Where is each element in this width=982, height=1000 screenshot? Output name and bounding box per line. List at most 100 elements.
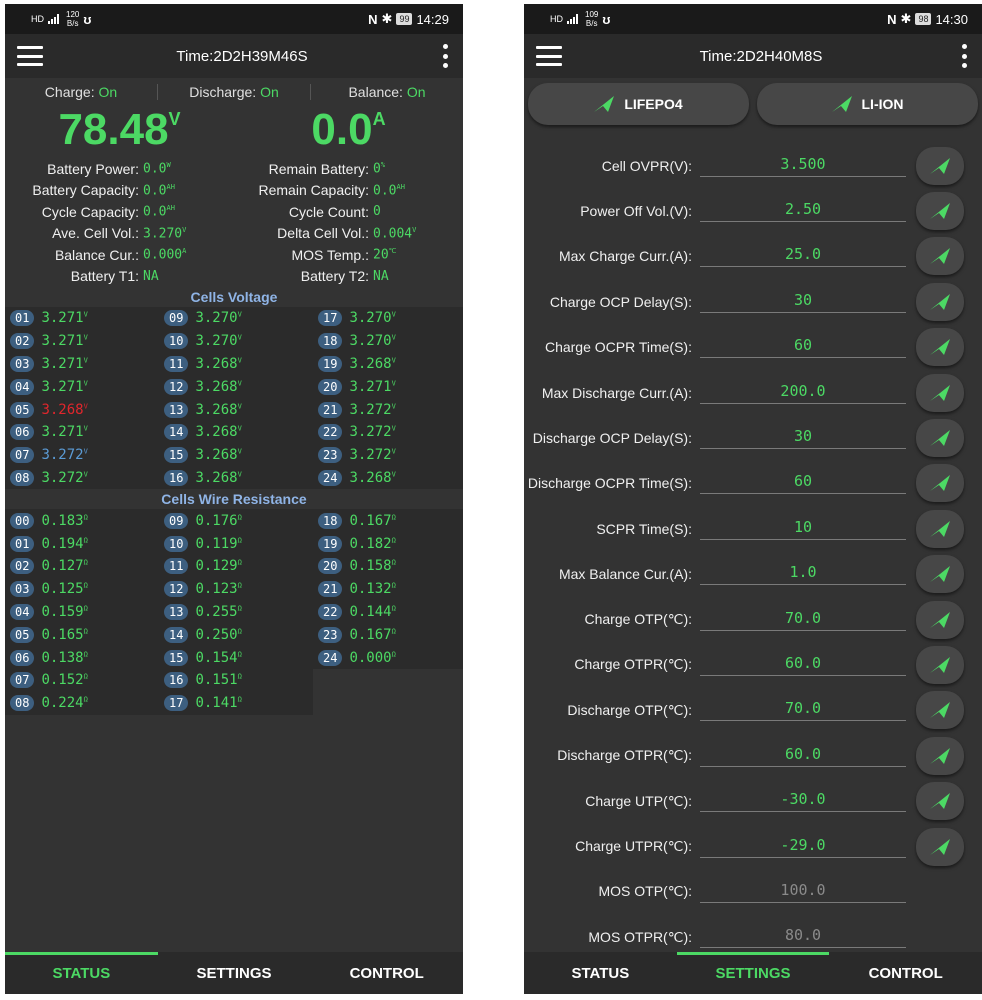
cell-resistance-item: 22 0.144Ω <box>313 601 463 624</box>
phone-settings-screen: HD 109 B/s ʊ N ✱ 98 14:30 Time:2D2H40M8S … <box>524 4 982 994</box>
setting-value-field[interactable]: -30.0 <box>700 790 906 813</box>
cell-value-number: 3.268 <box>195 378 238 395</box>
setting-value-field[interactable]: 100.0 <box>700 881 906 903</box>
send-setting-button[interactable] <box>916 782 964 821</box>
send-setting-button[interactable] <box>916 645 964 684</box>
setting-value-field[interactable]: 70.0 <box>700 609 906 631</box>
cell-value: 0.129Ω <box>195 558 241 574</box>
info-label: Ave. Cell Vol.: <box>52 225 139 242</box>
cell-resistance-item: 03 0.125Ω <box>5 578 159 601</box>
cell-value-number: 0.183 <box>41 512 84 529</box>
cell-voltage-item: 06 3.271V <box>5 421 159 444</box>
setting-value-field[interactable]: 1.0 <box>700 563 906 586</box>
send-setting-button[interactable] <box>916 237 964 276</box>
info-label: Battery Power: <box>47 160 139 177</box>
cell-number-badge: 15 <box>164 649 189 666</box>
tab-control[interactable]: CONTROL <box>829 952 982 994</box>
setting-value-field[interactable]: 10 <box>700 518 906 540</box>
cell-value-number: 0.119 <box>195 535 238 552</box>
send-setting-button[interactable] <box>916 509 964 548</box>
tab-settings[interactable]: SETTINGS <box>676 952 830 994</box>
setting-value-field[interactable]: 3.500 <box>700 155 906 177</box>
send-setting-button[interactable] <box>916 827 964 866</box>
tab-settings[interactable]: SETTINGS <box>158 952 311 994</box>
cell-value-number: 3.271 <box>349 378 392 395</box>
setting-row-max-balance-cur-a: Max Balance Cur.(A): 1.0 <box>524 552 982 597</box>
tab-status[interactable]: STATUS <box>5 952 158 994</box>
cell-voltage-item: 23 3.272V <box>313 444 463 467</box>
send-setting-button[interactable] <box>916 600 964 639</box>
setting-value-field[interactable]: 2.50 <box>700 200 906 223</box>
send-setting-button[interactable] <box>916 192 964 231</box>
info-value-number: 0.0 <box>373 182 397 198</box>
setting-value-field[interactable]: 25.0 <box>700 245 906 268</box>
send-setting-button[interactable] <box>916 419 964 458</box>
total-voltage: 78.48V <box>58 105 181 154</box>
switch-status-bar: Charge: On Discharge: On Balance: On <box>5 78 463 106</box>
setting-row-discharge-ocp-delay-s: Discharge OCP Delay(S): 30 <box>524 415 982 460</box>
cell-value: 0.141Ω <box>195 695 241 711</box>
setting-value-field[interactable]: 200.0 <box>700 382 906 404</box>
cell-unit: V <box>237 447 242 456</box>
signal-icon <box>567 14 578 24</box>
send-setting-button[interactable] <box>916 555 964 594</box>
info-unit: V <box>182 225 187 234</box>
cell-number-badge: 07 <box>10 447 35 464</box>
cell-number-badge: 21 <box>318 401 343 418</box>
cell-unit: V <box>83 333 88 342</box>
cell-number-badge: 19 <box>318 355 343 372</box>
network-type: HD <box>550 13 563 24</box>
signal-icon <box>48 14 59 24</box>
send-setting-button[interactable] <box>916 282 964 321</box>
app-notification-icon: ʊ <box>602 11 611 27</box>
send-icon <box>930 838 950 855</box>
cell-voltage-item: 01 3.271V <box>5 307 159 330</box>
send-setting-button[interactable] <box>916 691 964 730</box>
cell-number-badge: 19 <box>318 535 343 552</box>
send-setting-button[interactable] <box>916 736 964 775</box>
cell-value: 3.272V <box>41 470 87 486</box>
send-icon <box>930 248 950 265</box>
setting-value-field[interactable]: 30 <box>700 291 906 313</box>
cell-unit: Ω <box>83 558 88 567</box>
setting-value-field[interactable]: 60.0 <box>700 654 906 676</box>
cell-resistance-item: 19 0.182Ω <box>313 532 463 555</box>
li-ion-button[interactable]: LI-ION <box>757 83 978 125</box>
setting-value-field[interactable]: 60 <box>700 472 906 495</box>
cell-voltage-item: 13 3.268V <box>159 398 313 421</box>
tab-control[interactable]: CONTROL <box>310 952 463 994</box>
cell-number-badge: 23 <box>318 447 343 464</box>
send-setting-button[interactable] <box>916 464 964 503</box>
setting-value-field[interactable]: 60 <box>700 336 906 359</box>
cell-unit: Ω <box>83 535 88 544</box>
cell-unit: V <box>237 379 242 388</box>
more-vert-icon[interactable] <box>441 44 451 68</box>
menu-icon[interactable] <box>17 46 43 66</box>
tab-status[interactable]: STATUS <box>524 952 677 994</box>
cell-number-badge: 18 <box>318 512 343 529</box>
setting-value-field[interactable]: 30 <box>700 427 906 450</box>
send-icon <box>930 203 950 220</box>
setting-row-charge-otpr: Charge OTPR(℃): 60.0 <box>524 642 982 687</box>
info-label: Cycle Count: <box>288 203 369 220</box>
cell-value: 0.154Ω <box>195 650 241 666</box>
setting-value-field[interactable]: 60.0 <box>700 745 906 767</box>
send-setting-button[interactable] <box>916 373 964 412</box>
cell-value: 0.125Ω <box>41 581 87 597</box>
info-value: NA <box>373 269 389 284</box>
send-icon <box>930 293 950 310</box>
menu-icon[interactable] <box>536 46 562 66</box>
cell-resistance-item: 20 0.158Ω <box>313 555 463 578</box>
send-setting-button[interactable] <box>916 146 964 185</box>
more-vert-icon[interactable] <box>960 44 970 68</box>
setting-row-power-off-vol-v: Power Off Vol.(V): 2.50 <box>524 188 982 233</box>
setting-value-field[interactable]: 80.0 <box>700 926 906 949</box>
send-setting-button[interactable] <box>916 328 964 367</box>
lifepo4-button[interactable]: LIFEPO4 <box>528 83 749 125</box>
send-icon <box>930 520 950 537</box>
info-row-battery-t1: Battery T1: NA <box>5 266 234 288</box>
cell-unit: Ω <box>83 513 88 522</box>
setting-value-field[interactable]: 70.0 <box>700 699 906 722</box>
cell-number-badge: 24 <box>318 469 343 486</box>
setting-value-field[interactable]: -29.0 <box>700 836 906 858</box>
